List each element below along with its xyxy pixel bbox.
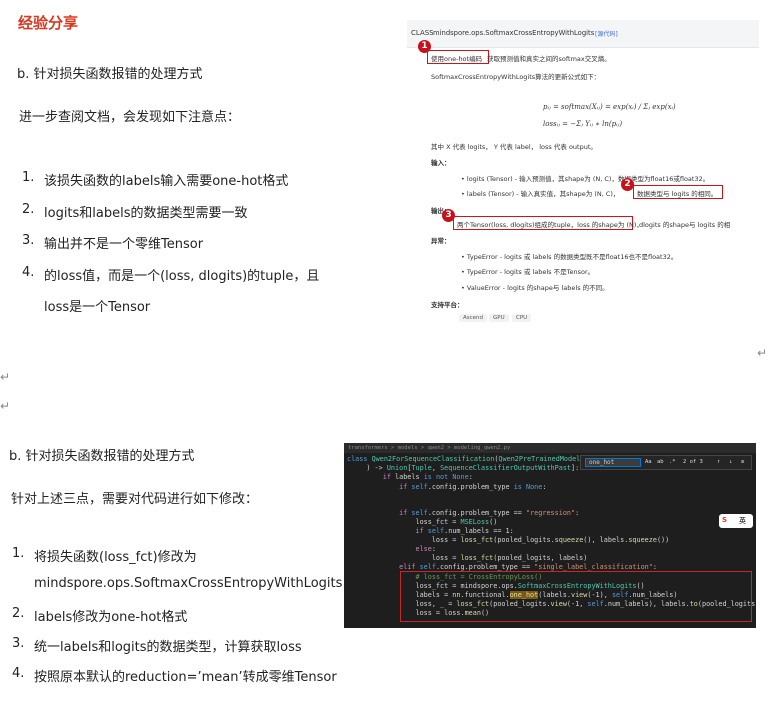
whole-word-toggle[interactable]: ab [657,459,664,465]
doc-desc-boxed: 两个Tensor(loss, dlogits)组成的tuple，loss 的sh… [457,221,643,229]
list-item: 输出并不是一个零维Tensor [44,237,204,252]
list-item: 该损失函数的labels输入需要one-hot格式 [44,174,289,189]
highlight-frame [400,571,752,622]
input-labels: • labels (Tensor) - 输入真实值，其shape为 (N, C)… [461,190,620,198]
doc-desc-boxed: 使用one-hot编码 [431,55,483,63]
formula: pᵢⱼ = softmax(Xᵢⱼ) = exp(xᵢ) / Σⱼ exp(xᵢ… [543,103,676,111]
doc-desc: dlogits 的shape与 logits 的相 [639,221,731,229]
find-menu-icon[interactable]: ≡ [741,459,744,465]
section1-intro: 进一步查阅文档，会发现如下注意点： [19,110,241,125]
prev-match-icon[interactable]: ↑ [717,459,720,465]
input-logits: • logits (Tensor) - 输入预测值，其shape为 (N, C)… [461,175,710,183]
platforms-label: 支持平台： [431,301,464,309]
page-title: 经验分享 [18,14,79,32]
match-count: 2 of 3 [683,459,703,465]
source-link[interactable]: [源代码] [595,29,618,38]
list-item-number: 1. [22,170,35,185]
class-name: mindspore.ops.SoftmaxCrossEntropyWithLog… [433,29,595,37]
regex-toggle[interactable]: .* [669,459,676,465]
raise-item: • ValueError - logits 的shape与 labels 的不同… [461,284,609,292]
list-item-continuation: mindspore.ops.SoftmaxCrossEntropyWithLog… [34,576,343,591]
match-case-toggle[interactable]: Aa [645,459,652,465]
ime-mode: 英 [739,517,746,525]
inputs-label: 输入： [431,159,451,167]
raise-item: • TypeError - logits 或 labels 不是Tensor。 [461,268,595,276]
platform-chip: Ascend [459,314,488,322]
list-item-number: 4. [22,265,35,280]
list-item-number: 1. [12,546,25,561]
doc-desc-boxed: 数据类型与 logits 的相同。 [637,190,718,198]
formula: lossᵢⱼ = −Σⱼ Yᵢⱼ ∗ ln(pᵢⱼ) [543,120,623,128]
find-input[interactable]: one_hot [585,458,641,467]
platform-chip: CPU [512,314,532,322]
list-item-number: 2. [22,202,35,217]
paragraph-mark: ↵ [0,399,11,413]
list-item-number: 4. [12,666,25,681]
list-item: logits和labels的数据类型需要一致 [44,206,248,221]
doc-header: CLASS mindspore.ops.SoftmaxCrossEntropyW… [407,20,759,48]
paragraph-mark: ↵ [0,370,11,384]
raises-label: 异常： [431,237,451,245]
platform-chip: GPU [489,314,509,322]
paragraph-mark: ↵ [757,346,768,360]
class-label: CLASS [411,29,434,37]
list-item: 的loss值，而是一个(loss, dlogits)的tuple，且 [44,269,320,284]
sougou-icon: S [722,516,728,524]
api-doc-screenshot: CLASS mindspore.ops.SoftmaxCrossEntropyW… [407,20,759,342]
list-item: 按照原本默认的reduction=’mean’转成零维Tensor [34,670,337,685]
list-item-number: 2. [12,606,25,621]
list-item-number: 3. [12,636,25,651]
list-item: labels修改为one-hot格式 [34,610,188,625]
doc-desc: 获取预测值和真实之间的softmax交叉熵。 [487,55,611,63]
raise-item: • TypeError - logits 或 labels 的数据类型既不是fl… [461,253,678,261]
ime-badge: S 英 [719,514,753,528]
doc-where: 其中 X 代表 logits， Y 代表 label， loss 代表 outp… [431,143,597,151]
list-item-continuation: loss是一个Tensor [44,300,151,315]
section2-heading: b. 针对损失函数报错的处理方式 [9,449,195,464]
next-match-icon[interactable]: ↓ [729,459,732,465]
find-widget[interactable]: one_hot Aa ab .* 2 of 3 ↑ ↓ ≡ [580,455,752,470]
section1-heading: b. 针对损失函数报错的处理方式 [17,67,203,82]
section2-intro: 针对上述三点，需要对代码进行如下修改： [11,492,259,507]
list-item: 将损失函数(loss_fct)修改为 [34,550,197,565]
list-item: 统一labels和logits的数据类型，计算获取loss [34,640,302,655]
list-item-number: 3. [22,233,35,248]
breadcrumb: transformers > models > qwen2 > modeling… [344,443,756,453]
doc-desc: SoftmaxCrossEntropyWithLogits算法的更新公式如下： [431,73,601,81]
code-editor-screenshot: transformers > models > qwen2 > modeling… [344,443,756,628]
